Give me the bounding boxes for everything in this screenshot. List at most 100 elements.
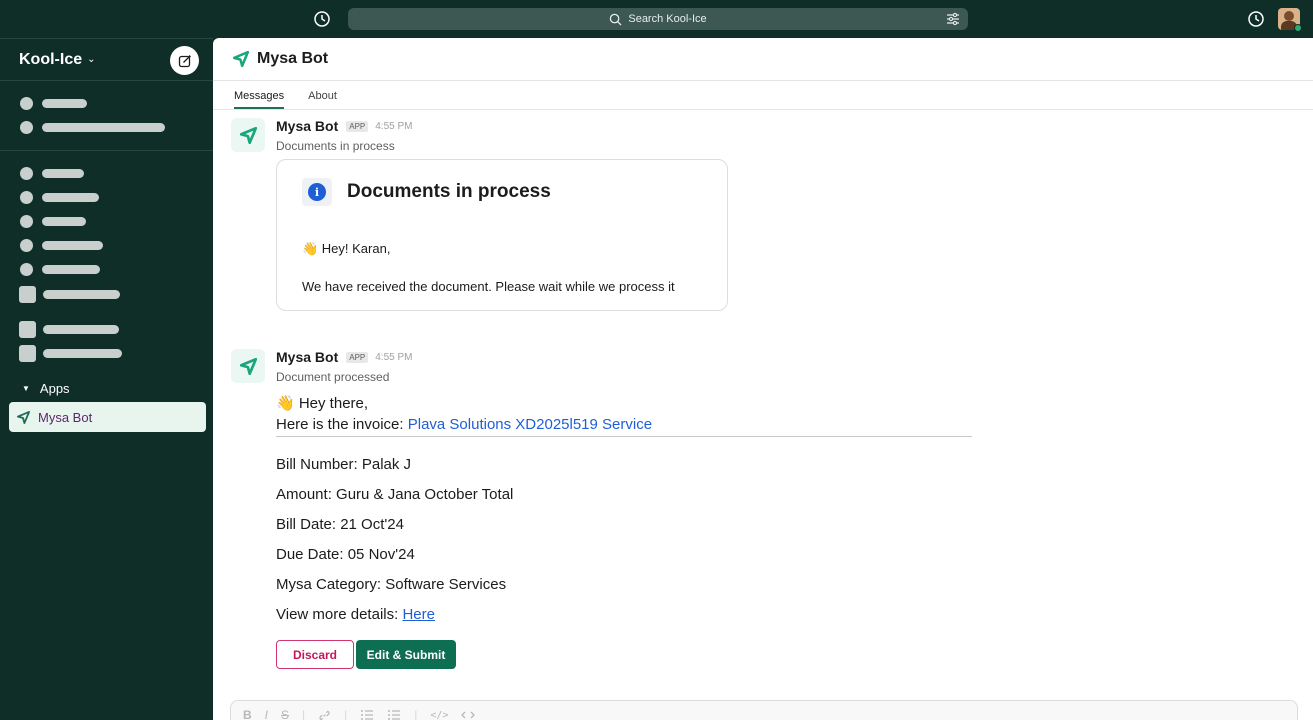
message-composer[interactable]: B I S | | | </> xyxy=(230,700,1298,720)
chevron-down-icon: ⌄ xyxy=(87,54,96,65)
toolbar-separator: | xyxy=(302,708,306,720)
link-icon[interactable] xyxy=(318,709,331,720)
divider xyxy=(276,436,972,437)
toolbar-separator: | xyxy=(344,708,348,720)
sidebar-divider xyxy=(0,150,213,151)
sidebar-placeholder-bar xyxy=(42,123,165,132)
history-icon[interactable] xyxy=(313,10,331,28)
field-label: Bill Date: xyxy=(276,516,337,533)
invoice-line: Here is the invoice: Plava Solutions XD2… xyxy=(276,416,652,433)
field-bill-date: Bill Date: 21 Oct'24 xyxy=(276,516,404,533)
search-placeholder: Search Kool-Ice xyxy=(628,13,707,25)
message-sender[interactable]: Mysa Bot xyxy=(276,349,338,365)
message-sender[interactable]: Mysa Bot xyxy=(276,118,338,134)
field-value: Software Services xyxy=(385,576,507,593)
app-badge: APP xyxy=(346,351,369,363)
discard-button[interactable]: Discard xyxy=(276,640,354,669)
view-details-line: View more details: Here xyxy=(276,606,435,623)
mysa-bot-icon xyxy=(233,51,249,67)
apps-section-header[interactable]: ▼ Apps xyxy=(22,381,70,396)
mysa-bot-icon xyxy=(239,357,257,375)
code-button[interactable]: </> xyxy=(430,710,448,720)
top-bar: Search Kool-Ice xyxy=(0,0,1313,38)
sidebar-placeholder-square xyxy=(19,286,36,303)
mysa-bot-icon xyxy=(17,410,30,424)
mysa-bot-icon xyxy=(239,126,257,144)
message-time[interactable]: 4:55 PM xyxy=(375,352,412,363)
tab-messages[interactable]: Messages xyxy=(234,81,285,109)
sidebar-placeholder-bar xyxy=(42,241,103,250)
details-label: View more details: xyxy=(276,606,403,623)
bot-avatar[interactable] xyxy=(231,349,265,383)
status-card: i Documents in process 👋 Hey! Karan, We … xyxy=(276,159,728,311)
filter-icon[interactable] xyxy=(946,12,960,26)
sidebar-placeholder-dot xyxy=(20,97,33,110)
sidebar-placeholder-bar xyxy=(43,349,122,358)
sidebar-placeholder-bar xyxy=(42,169,84,178)
bulleted-list-icon[interactable] xyxy=(387,709,401,720)
field-bill-number: Bill Number: Palak J xyxy=(276,456,411,473)
compose-icon xyxy=(178,54,191,67)
edit-submit-button[interactable]: Edit & Submit xyxy=(356,640,456,669)
invoice-prefix: Here is the invoice: xyxy=(276,416,408,433)
sidebar-placeholder-dot xyxy=(20,121,33,134)
bot-avatar[interactable] xyxy=(231,118,265,152)
sidebar-placeholder-dot xyxy=(20,263,33,276)
sidebar-placeholder-bar xyxy=(43,290,120,299)
toolbar-separator: | xyxy=(414,708,418,720)
sidebar-placeholder-square xyxy=(19,345,36,362)
code-block-icon[interactable] xyxy=(461,709,476,720)
field-value: 05 Nov'24 xyxy=(347,546,415,563)
search-input[interactable]: Search Kool-Ice xyxy=(348,8,968,30)
clock-icon[interactable] xyxy=(1247,10,1265,28)
info-icon: i xyxy=(302,178,332,206)
field-value: Guru & Jana October Total xyxy=(336,486,514,503)
channel-tabs: Messages About xyxy=(213,81,1313,110)
sidebar-placeholder-dot xyxy=(20,239,33,252)
sidebar-placeholder-bar xyxy=(42,265,100,274)
sidebar-placeholder-dot xyxy=(20,215,33,228)
search-icon xyxy=(610,13,622,26)
sidebar-placeholder-square xyxy=(19,321,36,338)
sidebar-placeholder-bar xyxy=(42,193,99,202)
field-label: Due Date: xyxy=(276,546,344,563)
message-header: Mysa Bot APP 4:55 PM xyxy=(276,118,413,134)
tab-about[interactable]: About xyxy=(308,81,337,109)
card-title: Documents in process xyxy=(347,181,551,202)
ordered-list-icon[interactable] xyxy=(360,709,374,720)
sidebar-placeholder-bar xyxy=(43,325,119,334)
sidebar-placeholder-dot xyxy=(20,167,33,180)
sidebar-item-mysa-bot[interactable]: Mysa Bot xyxy=(9,402,206,432)
channel-title[interactable]: Mysa Bot xyxy=(257,50,328,68)
field-due-date: Due Date: 05 Nov'24 xyxy=(276,546,415,563)
caret-down-icon: ▼ xyxy=(22,384,30,393)
message-header: Mysa Bot APP 4:55 PM xyxy=(276,349,413,365)
field-label: Amount: xyxy=(276,486,332,503)
channel-header: Mysa Bot xyxy=(213,38,1313,81)
message-subtext: Documents in process xyxy=(276,139,395,153)
card-body: We have received the document. Please wa… xyxy=(302,279,675,294)
sidebar-placeholder-bar xyxy=(42,217,86,226)
workspace-name: Kool-Ice xyxy=(19,50,83,68)
italic-button[interactable]: I xyxy=(265,708,268,720)
strikethrough-button[interactable]: S xyxy=(281,708,289,720)
field-value: 21 Oct'24 xyxy=(340,516,404,533)
details-link[interactable]: Here xyxy=(402,606,435,623)
field-category: Mysa Category: Software Services xyxy=(276,576,506,593)
compose-button[interactable] xyxy=(170,46,199,75)
sidebar-placeholder-dot xyxy=(20,191,33,204)
card-greeting: 👋 Hey! Karan, xyxy=(302,241,391,256)
field-amount: Amount: Guru & Jana October Total xyxy=(276,486,513,503)
message-subtext: Document processed xyxy=(276,370,390,384)
sidebar-item-label: Mysa Bot xyxy=(38,409,93,425)
field-label: Mysa Category: xyxy=(276,576,382,593)
bold-button[interactable]: B xyxy=(243,708,252,720)
message-time[interactable]: 4:55 PM xyxy=(375,121,412,132)
message-greeting: 👋 Hey there, xyxy=(276,395,369,412)
sidebar: Kool-Ice ⌄ ▼ Apps Mysa Bot xyxy=(0,38,213,720)
presence-indicator xyxy=(1294,24,1302,32)
field-value: Palak J xyxy=(361,456,412,473)
invoice-link[interactable]: Plava Solutions XD2025l519 Service xyxy=(408,416,652,433)
apps-section-label: Apps xyxy=(39,381,70,396)
field-label: Bill Number: xyxy=(276,456,358,473)
